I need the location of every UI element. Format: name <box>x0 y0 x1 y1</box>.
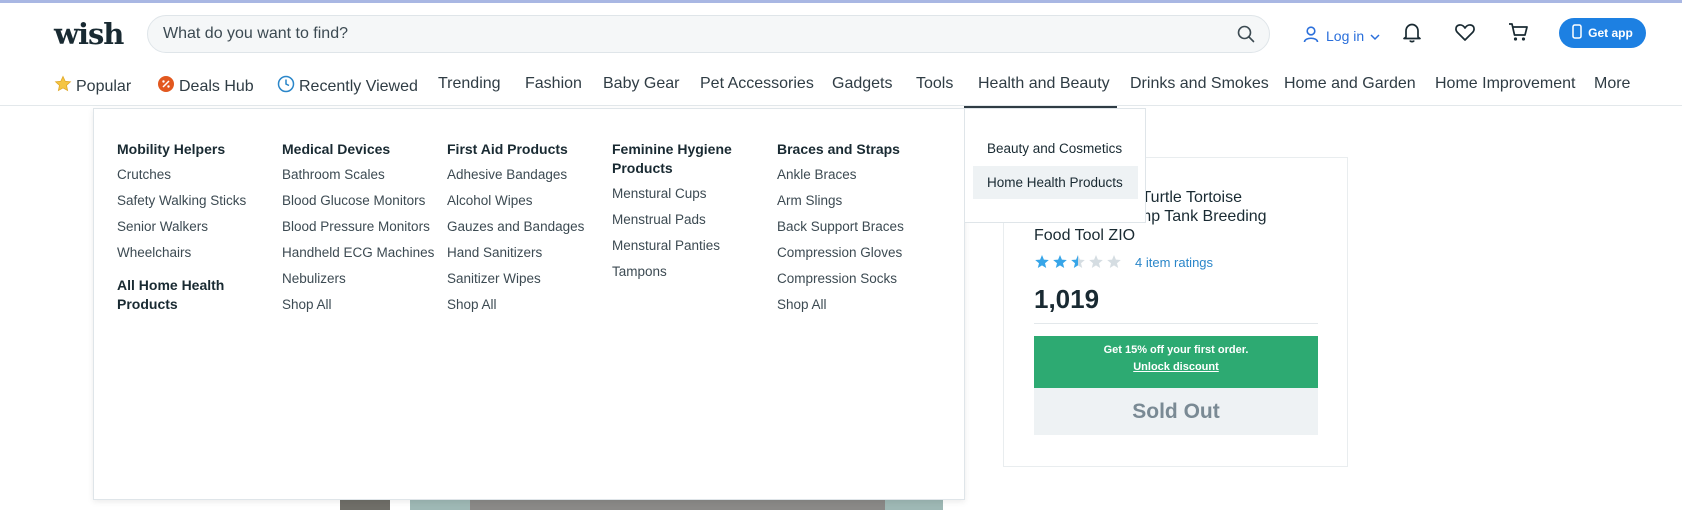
get-app-label: Get app <box>1588 26 1633 40</box>
heart-icon <box>1454 21 1476 48</box>
nav-item-deals-hub[interactable]: Deals Hub <box>157 75 254 98</box>
get-app-button[interactable]: Get app <box>1559 18 1646 48</box>
nav-label: Recently Viewed <box>299 77 418 95</box>
menu-link[interactable]: Arm Slings <box>777 192 937 210</box>
menu-link[interactable]: Adhesive Bandages <box>447 166 607 184</box>
menu-link[interactable]: Handheld ECG Machines <box>282 244 442 262</box>
star-icon <box>1089 255 1103 268</box>
wish-logo[interactable]: wish <box>54 17 124 51</box>
menu-column-first-aid: First Aid Products Adhesive Bandages Alc… <box>447 140 607 322</box>
header: wish Log in Get app <box>0 3 1682 63</box>
menu-link[interactable]: Wheelchairs <box>117 244 277 262</box>
wishlist-button[interactable] <box>1452 21 1478 47</box>
menu-link[interactable]: Shop All <box>447 296 607 314</box>
menu-link[interactable]: Tampons <box>612 263 772 281</box>
search-bar[interactable] <box>147 15 1270 53</box>
nav-label: Popular <box>76 77 132 95</box>
menu-column-braces: Braces and Straps Ankle Braces Arm Sling… <box>777 140 937 322</box>
phone-icon <box>1572 24 1582 42</box>
nav-item-popular[interactable]: Popular <box>54 75 131 98</box>
menu-link[interactable]: Sanitizer Wipes <box>447 270 607 288</box>
menu-link[interactable]: Nebulizers <box>282 270 442 288</box>
menu-column-mobility: Mobility Helpers Crutches Safety Walking… <box>117 140 277 321</box>
nav-item-gadgets[interactable]: Gadgets <box>832 75 892 93</box>
side-item-beauty-cosmetics[interactable]: Beauty and Cosmetics <box>973 132 1138 165</box>
menu-link[interactable]: Back Support Braces <box>777 218 937 236</box>
nav-item-more[interactable]: More <box>1594 75 1630 93</box>
nav-label: Deals Hub <box>179 77 254 95</box>
star-icon <box>1053 255 1067 268</box>
menu-column-heading[interactable]: Braces and Straps <box>777 140 937 159</box>
rating-stars <box>1034 254 1122 270</box>
menu-link[interactable]: Alcohol Wipes <box>447 192 607 210</box>
menu-link[interactable]: Crutches <box>117 166 277 184</box>
menu-column-medical: Medical Devices Bathroom Scales Blood Gl… <box>282 140 442 322</box>
side-item-home-health-products[interactable]: Home Health Products <box>973 166 1138 199</box>
nav-item-tools[interactable]: Tools <box>916 75 953 93</box>
menu-link[interactable]: Shop All <box>282 296 442 314</box>
cart-button[interactable] <box>1505 21 1531 47</box>
promo-banner: Get 15% off your first order. Unlock dis… <box>1034 336 1318 395</box>
menu-link[interactable]: Menstural Cups <box>612 185 772 203</box>
nav-item-home-improvement[interactable]: Home Improvement <box>1435 75 1576 93</box>
menu-link[interactable]: Senior Walkers <box>117 218 277 236</box>
menu-column-heading[interactable]: Mobility Helpers <box>117 140 277 159</box>
divider <box>1034 323 1318 324</box>
deals-icon <box>157 75 175 98</box>
ratings-link[interactable]: 4 item ratings <box>1135 255 1213 270</box>
bell-icon <box>1401 21 1423 48</box>
menu-link[interactable]: Menstural Panties <box>612 237 772 255</box>
nav-item-baby-gear[interactable]: Baby Gear <box>603 75 679 93</box>
menu-link[interactable]: Menstrual Pads <box>612 211 772 229</box>
nav-item-pet-accessories[interactable]: Pet Accessories <box>700 75 814 93</box>
search-input[interactable] <box>163 25 1163 43</box>
star-icon <box>1035 255 1049 268</box>
promo-text: Get 15% off your first order. <box>1103 344 1249 356</box>
user-icon <box>1302 25 1320 46</box>
all-home-health-link[interactable]: All Home Health Products <box>117 276 237 314</box>
menu-column-heading[interactable]: Medical Devices <box>282 140 442 159</box>
menu-link[interactable]: Compression Gloves <box>777 244 937 262</box>
mega-menu: Mobility Helpers Crutches Safety Walking… <box>93 108 965 500</box>
nav-item-trending[interactable]: Trending <box>438 75 501 93</box>
nav-item-fashion[interactable]: Fashion <box>525 75 582 93</box>
chevron-down-icon <box>1370 28 1380 44</box>
star-icon <box>1107 255 1121 268</box>
menu-column-heading[interactable]: First Aid Products <box>447 140 607 159</box>
unlock-discount-link[interactable]: Unlock discount <box>1034 361 1318 373</box>
menu-link[interactable]: Ankle Braces <box>777 166 937 184</box>
menu-column-feminine-hygiene: Feminine Hygiene Products Menstural Cups… <box>612 140 772 289</box>
sold-out-button: Sold Out <box>1034 388 1318 435</box>
menu-link[interactable]: Hand Sanitizers <box>447 244 607 262</box>
search-icon[interactable] <box>1237 25 1255 48</box>
menu-column-heading[interactable]: Feminine Hygiene Products <box>612 140 742 178</box>
nav-item-home-and-garden[interactable]: Home and Garden <box>1284 75 1416 93</box>
menu-link[interactable]: Blood Glucose Monitors <box>282 192 442 210</box>
menu-link[interactable]: Bathroom Scales <box>282 166 442 184</box>
menu-link[interactable]: Safety Walking Sticks <box>117 192 277 210</box>
star-icon <box>54 75 72 98</box>
menu-link[interactable]: Compression Socks <box>777 270 937 288</box>
login-label: Log in <box>1326 27 1365 44</box>
star-icon <box>1071 255 1085 268</box>
notifications-button[interactable] <box>1399 21 1425 47</box>
nav-item-health-and-beauty[interactable]: Health and Beauty <box>978 75 1110 93</box>
category-nav: Popular Deals Hub Recently Viewed Trendi… <box>0 66 1682 108</box>
menu-link[interactable]: Gauzes and Bandages <box>447 218 607 236</box>
menu-link[interactable]: Shop All <box>777 296 937 314</box>
menu-link[interactable]: Blood Pressure Monitors <box>282 218 442 236</box>
clock-icon <box>277 75 295 98</box>
product-price: 1,019 <box>1034 284 1100 314</box>
mega-menu-side-panel: Beauty and Cosmetics Home Health Product… <box>965 108 1146 223</box>
nav-item-drinks-and-smokes[interactable]: Drinks and Smokes <box>1130 75 1269 93</box>
nav-item-recently-viewed[interactable]: Recently Viewed <box>277 75 418 98</box>
cart-icon <box>1507 21 1529 48</box>
login-button[interactable]: Log in <box>1302 25 1380 46</box>
